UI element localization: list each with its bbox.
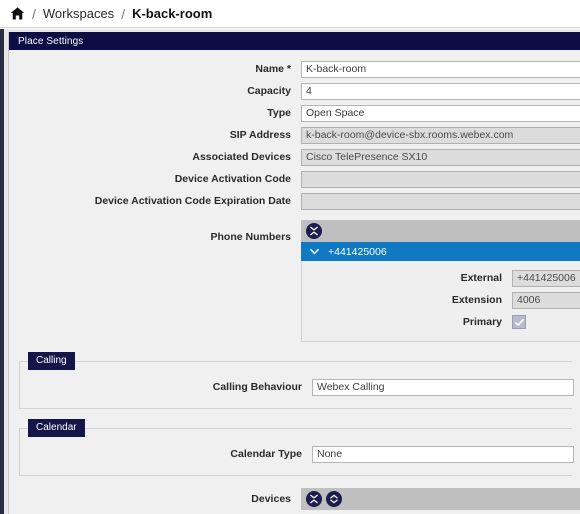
external-input (512, 269, 580, 287)
label-type: Type (267, 107, 291, 119)
section-calling: Calling Calling Behaviour (19, 352, 574, 409)
form-row-device-activation-code: Device Activation Code (9, 168, 580, 190)
label-calling-behaviour: Calling Behaviour (212, 381, 302, 393)
label-device-activation-code-expiration-date: Device Activation Code Expiration Date (94, 195, 291, 207)
breadcrumb-separator-1: / (32, 5, 36, 22)
sip-address-input (301, 126, 580, 144)
chevron-down-icon (310, 248, 319, 255)
label-name: Name * (255, 63, 291, 75)
label-devices: Devices (251, 493, 291, 505)
collapse-all-icon[interactable] (306, 491, 322, 507)
collapse-all-icon[interactable] (306, 223, 322, 239)
capacity-input[interactable] (301, 82, 580, 100)
name-input[interactable] (301, 60, 580, 78)
section-calendar: Calendar Calendar Type (19, 419, 574, 476)
type-input[interactable] (301, 104, 580, 122)
phone-number-details: External Extension Primary (301, 261, 580, 342)
home-icon[interactable] (10, 6, 25, 21)
device-activation-code-expiration-input (301, 192, 580, 210)
expand-all-icon[interactable] (326, 491, 342, 507)
form-row-calling-behaviour: Calling Behaviour (20, 376, 574, 398)
phone-number-accordion-header[interactable]: +441425006 (301, 242, 580, 261)
label-device-activation-code: Device Activation Code (174, 173, 291, 185)
detail-row-primary: Primary (302, 311, 580, 333)
devices-toolbar (301, 488, 580, 510)
calendar-type-input[interactable] (312, 445, 574, 463)
form-row-calendar-type: Calendar Type (20, 443, 574, 465)
page-frame: Place Settings Name * Capacity Type SIP … (0, 29, 580, 514)
detail-row-external: External (302, 267, 580, 289)
label-sip-address: SIP Address (229, 129, 291, 141)
phone-numbers-panel: +441425006 External Extension Primary (301, 220, 580, 342)
detail-row-extension: Extension (302, 289, 580, 311)
form-row-associated-devices: Associated Devices (9, 146, 580, 168)
check-icon (514, 318, 524, 326)
form-row-sip-address: SIP Address (9, 124, 580, 146)
label-phone-numbers: Phone Numbers (210, 231, 291, 243)
label-calendar-type: Calendar Type (230, 448, 302, 460)
breadcrumb-link-workspaces[interactable]: Workspaces (43, 6, 114, 21)
form-row-name: Name * (9, 58, 580, 80)
phone-numbers-toolbar (301, 220, 580, 242)
label-extension: Extension (451, 294, 502, 306)
form-row-device-activation-code-expiration: Device Activation Code Expiration Date (9, 190, 580, 212)
form-row-type: Type (9, 102, 580, 124)
panel-title: Place Settings (18, 35, 84, 47)
associated-devices-input (301, 148, 580, 166)
label-associated-devices: Associated Devices (192, 151, 291, 163)
label-capacity: Capacity (247, 85, 291, 97)
extension-input (512, 291, 580, 309)
label-external: External (460, 272, 502, 284)
section-tab-calling: Calling (28, 352, 75, 370)
calling-behaviour-input[interactable] (312, 378, 574, 396)
content-pane: Place Settings Name * Capacity Type SIP … (8, 32, 580, 514)
primary-checkbox[interactable] (512, 315, 526, 329)
form-row-devices: Devices (9, 488, 580, 510)
section-body-calendar: Calendar Type (19, 428, 574, 476)
place-settings-form: Name * Capacity Type SIP Address Associa… (9, 50, 580, 510)
device-activation-code-input (301, 170, 580, 188)
section-body-calling: Calling Behaviour (19, 361, 574, 409)
label-primary: Primary (462, 316, 502, 328)
phone-number-value: +441425006 (328, 245, 387, 258)
form-row-capacity: Capacity (9, 80, 580, 102)
section-tab-calendar: Calendar (28, 419, 85, 437)
form-row-phone-numbers: Phone Numbers +441425006 External +44142… (9, 220, 580, 342)
breadcrumb-separator-2: / (121, 5, 126, 22)
place-settings-header: Place Settings (9, 32, 580, 50)
breadcrumb: / Workspaces / K-back-room (0, 0, 580, 28)
breadcrumb-current-page: K-back-room (132, 6, 213, 21)
